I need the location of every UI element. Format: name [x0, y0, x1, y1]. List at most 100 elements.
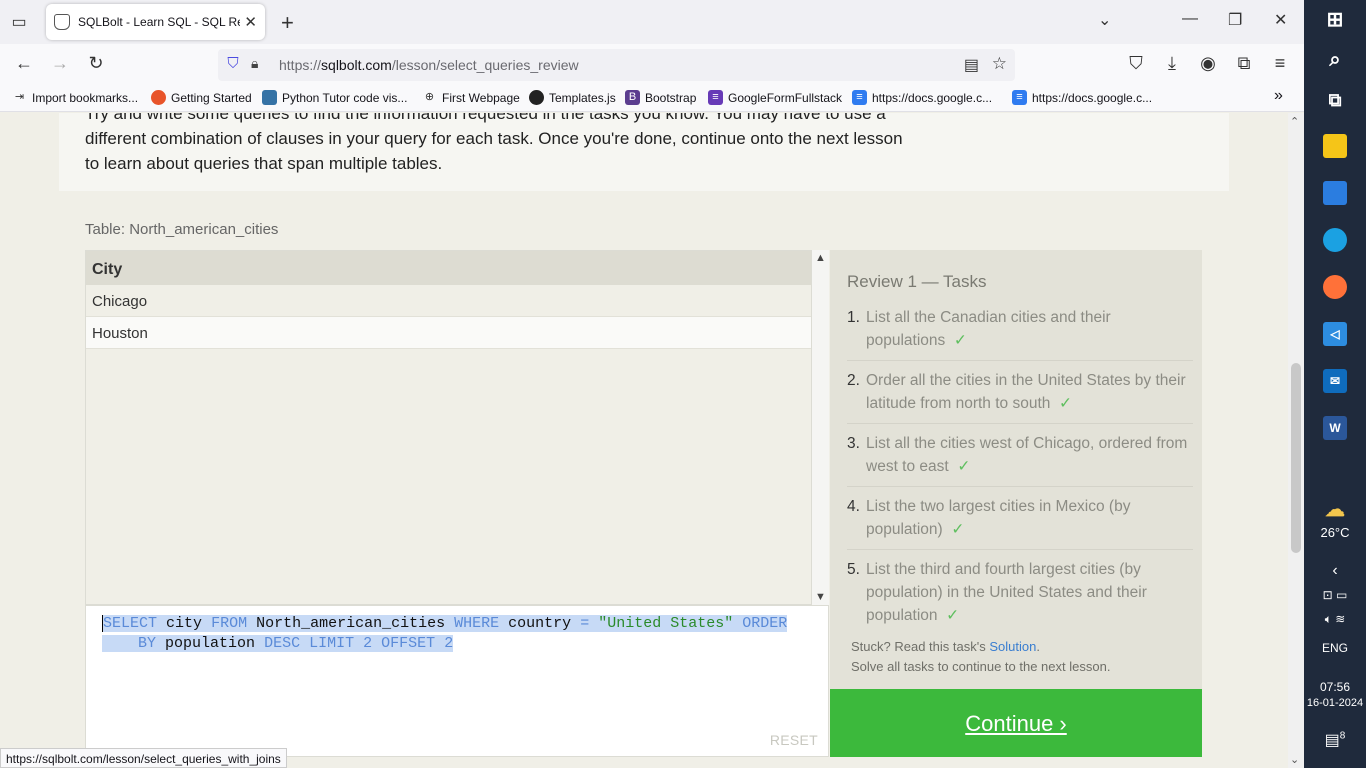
continue-button[interactable]: Continue › [830, 689, 1202, 757]
keyword: WHERE [454, 615, 500, 632]
bookmark-docs-2[interactable]: ≡ https://docs.google.c... [1012, 90, 1152, 105]
shield-icon[interactable]: ⛉ [224, 55, 242, 73]
number: 2 [444, 635, 454, 652]
new-tab-icon[interactable]: + [281, 10, 294, 36]
extensions-icon[interactable]: ⧉ [1232, 53, 1256, 74]
firefox-icon[interactable] [1323, 275, 1347, 299]
bookmark-label: Bootstrap [645, 90, 697, 105]
lock-icon[interactable]: 🔒︎ [251, 55, 258, 72]
bookmark-bootstrap[interactable]: B Bootstrap [625, 90, 696, 105]
more-bookmarks-icon[interactable]: » [1274, 87, 1283, 105]
page-content: Try and write some queries to find the i… [0, 113, 1288, 768]
weather-temp[interactable]: 26°C [1304, 525, 1366, 540]
forward-icon[interactable]: → [48, 53, 72, 74]
bookmark-python-tutor[interactable]: Python Tutor code vis... [262, 90, 407, 105]
scroll-down-icon[interactable]: ⌄ [1290, 753, 1299, 766]
bookmark-label: First Webpage [442, 90, 520, 105]
result-table: City Chicago Houston [85, 250, 812, 605]
edge-icon[interactable] [1323, 228, 1347, 252]
mail-icon[interactable]: ✉ [1323, 369, 1347, 393]
page-scrollbar[interactable]: ⌃ ⌄ [1288, 113, 1304, 768]
notifications-icon[interactable]: ▤8 [1304, 730, 1366, 750]
task-text: List the two largest cities in Mexico (b… [866, 498, 1131, 538]
clock-time[interactable]: 07:56 [1304, 680, 1366, 694]
bootstrap-icon: B [625, 90, 640, 105]
reload-icon[interactable]: ↻ [84, 53, 108, 74]
vscode-icon[interactable]: ◁ [1323, 322, 1347, 346]
bookmark-first-webpage[interactable]: ⊕ First Webpage [422, 90, 520, 105]
account-icon[interactable]: ◉ [1196, 53, 1220, 74]
checkmark-icon: ✓ [1059, 395, 1073, 412]
table-row: Chicago [86, 285, 811, 317]
identifier: city [166, 615, 203, 632]
bookmarks-bar: ⇥ Import bookmarks... Getting Started Pyt… [0, 86, 1304, 112]
bookmark-googleform[interactable]: ≡ GoogleFormFullstack [708, 90, 842, 105]
stuck-suffix: . [1036, 639, 1040, 654]
query-code[interactable]: SELECT city FROM North_american_cities W… [102, 614, 832, 654]
restore-icon[interactable]: ❐ [1228, 10, 1242, 30]
volume-icon[interactable]: 🔈︎ ≋ [1304, 612, 1366, 627]
bookmark-label: Import bookmarks... [32, 90, 139, 105]
query-editor[interactable]: SELECT city FROM North_american_cities W… [85, 605, 829, 757]
table-row: Houston [86, 317, 811, 349]
identifier: population [165, 635, 256, 652]
bookmark-templates[interactable]: Templates.js [529, 90, 616, 105]
identifier: country [508, 615, 572, 632]
reader-view-icon[interactable]: ▤ [964, 55, 979, 75]
scroll-down-icon[interactable]: ▼ [815, 591, 826, 603]
stuck-hint: Stuck? Read this task's Solution. Solve … [851, 637, 1110, 677]
url-text[interactable]: https://sqlbolt.com/lesson/select_querie… [279, 57, 579, 73]
store-icon[interactable] [1323, 181, 1347, 205]
url-prefix: https:// [279, 57, 322, 73]
close-tab-icon[interactable]: ✕ [244, 13, 257, 31]
pocket-icon[interactable]: ⛉ [1124, 53, 1148, 74]
close-window-icon[interactable]: ✕ [1274, 10, 1287, 30]
task-number: 4. [847, 498, 860, 515]
downloads-icon[interactable]: ⤓ [1160, 53, 1184, 74]
scroll-thumb[interactable] [1291, 363, 1301, 553]
import-icon: ⇥ [14, 91, 25, 103]
table-title: Table: North_american_cities [85, 221, 279, 238]
task-text: List the third and fourth largest cities… [866, 561, 1147, 624]
url-bar[interactable]: ⛉ 🔒︎ https://sqlbolt.com/lesson/select_q… [218, 49, 1015, 81]
menu-icon[interactable]: ≡ [1268, 53, 1292, 74]
forms-icon: ≡ [708, 90, 723, 105]
chevron-down-icon[interactable]: ⌄ [1098, 10, 1111, 30]
tab-sqlbolt[interactable]: SQLBolt - Learn SQL - SQL Review ✕ [46, 4, 265, 40]
windows-start-icon[interactable]: ⊞ [1323, 8, 1347, 32]
reset-button[interactable]: RESET [770, 732, 818, 748]
bookmark-label: Templates.js [549, 90, 616, 105]
result-scrollbar[interactable]: ▲ ▼ [812, 250, 829, 605]
number: 2 [363, 635, 373, 652]
clock-date[interactable]: 16-01-2024 [1304, 697, 1366, 709]
bookmark-star-icon[interactable]: ☆ [992, 54, 1007, 74]
bookmark-import[interactable]: ⇥ Import bookmarks... [12, 90, 138, 105]
docs-icon: ≡ [1012, 90, 1027, 105]
status-bar-url: https://sqlbolt.com/lesson/select_querie… [0, 748, 287, 768]
scroll-up-icon[interactable]: ▲ [815, 252, 826, 264]
word-icon[interactable]: W [1323, 416, 1347, 440]
keyword: OFFSET [381, 635, 436, 652]
network-icon[interactable]: ⊡ ▭ [1304, 588, 1366, 602]
task-number: 1. [847, 309, 860, 326]
language-indicator[interactable]: ENG [1304, 641, 1366, 655]
scroll-up-icon[interactable]: ⌃ [1290, 115, 1299, 128]
task-view-icon[interactable]: ⧉ [1323, 88, 1347, 112]
solution-link[interactable]: Solution [989, 639, 1036, 654]
back-icon[interactable]: ← [12, 53, 36, 74]
minimize-icon[interactable]: — [1182, 10, 1198, 28]
tab-bar: ▭ SQLBolt - Learn SQL - SQL Review ✕ + ⌄… [0, 0, 1304, 44]
search-icon[interactable]: ⌕ [1323, 48, 1347, 72]
operator: = [580, 615, 590, 632]
solve-all-text: Solve all tasks to continue to the next … [851, 659, 1111, 674]
tasks-panel: Review 1 — Tasks 1. List all the Canadian… [830, 250, 1202, 689]
tab-list-icon[interactable]: ▭ [8, 12, 30, 32]
chevron-left-icon[interactable]: ‹ [1304, 562, 1366, 580]
intro-text: Try and write some queries to find the i… [85, 113, 903, 173]
bookmark-getting-started[interactable]: Getting Started [151, 90, 252, 105]
url-host: sqlbolt.com [321, 57, 392, 73]
file-explorer-icon[interactable] [1323, 134, 1347, 158]
weather-icon[interactable]: ☁ [1323, 498, 1347, 522]
bookmark-docs-1[interactable]: ≡ https://docs.google.c... [852, 90, 992, 105]
task-item: 5. List the third and fourth largest citi… [847, 558, 1193, 635]
